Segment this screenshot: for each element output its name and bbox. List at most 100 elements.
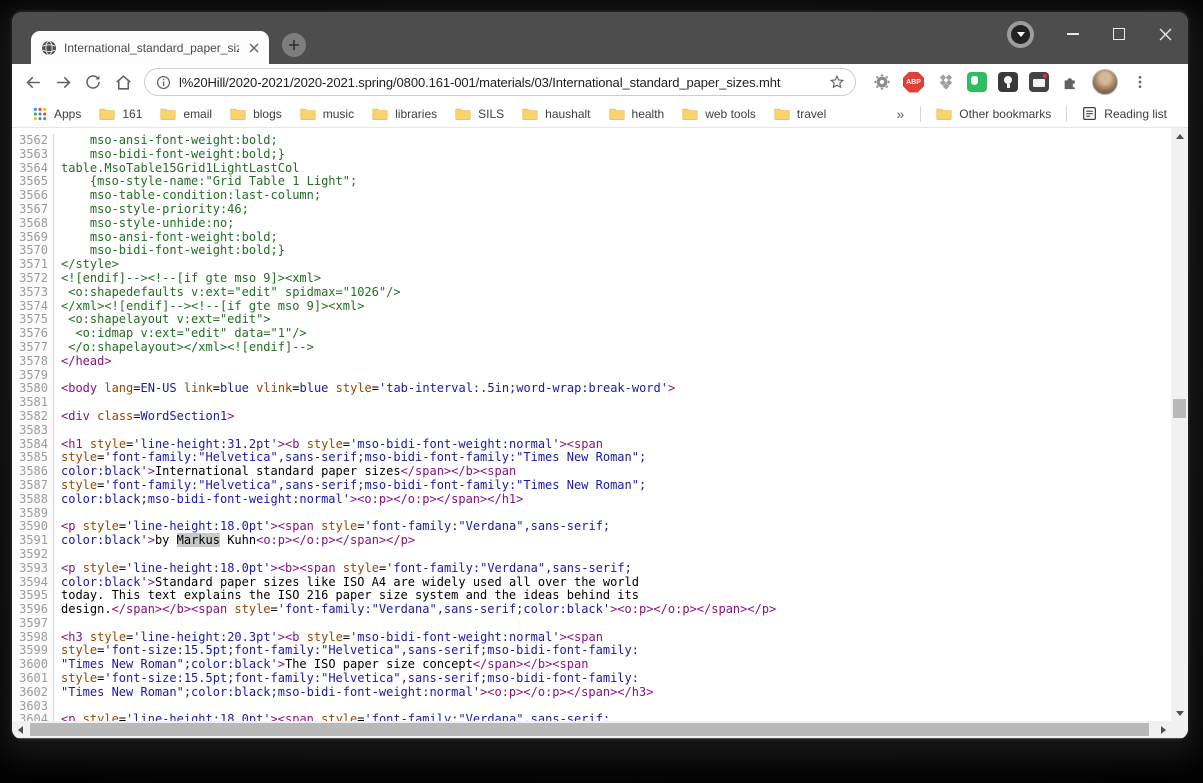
folder-icon: [774, 107, 790, 120]
scrollbar-corner: [1171, 721, 1188, 738]
source-line: 3574</xml><![endif]--><!--[if gte mso 9]…: [12, 300, 1171, 314]
code-text: </o:shapelayout></xml><![endif]-->: [54, 341, 314, 355]
scroll-left-arrow[interactable]: [12, 721, 28, 738]
source-line: 3584<h1 style='line-height:31.2pt'><b st…: [12, 438, 1171, 452]
reading-list-icon: [1082, 106, 1097, 121]
line-number: 3562: [12, 134, 54, 148]
url-text[interactable]: l%20Hill/2020-2021/2020-2021.spring/0800…: [179, 75, 821, 90]
bookmark-star-icon[interactable]: [829, 74, 845, 90]
horizontal-scrollbar[interactable]: [12, 721, 1171, 738]
source-code-pane: 3562 mso-ansi-font-weight:bold;3563 mso-…: [12, 128, 1171, 721]
other-bookmarks[interactable]: Other bookmarks: [927, 103, 1060, 125]
bookmark-folder[interactable]: libraries: [363, 103, 446, 125]
bookmark-folder[interactable]: 161: [90, 103, 151, 125]
code-text: color:black'>Standard paper sizes like I…: [54, 576, 639, 590]
bookmark-folder[interactable]: music: [291, 103, 363, 125]
source-line: 3597: [12, 617, 1171, 631]
profile-avatar[interactable]: [1092, 69, 1118, 95]
horizontal-scroll-thumb[interactable]: [30, 723, 1149, 736]
source-line: 3587style='font-family:"Helvetica",sans-…: [12, 479, 1171, 493]
vertical-scrollbar[interactable]: [1171, 128, 1188, 721]
bookmark-label: travel: [797, 107, 826, 121]
bookmark-label: libraries: [395, 107, 437, 121]
tab-close-icon[interactable]: [246, 40, 262, 56]
source-line: 3572<![endif]--><!--[if gte mso 9]><xml>: [12, 272, 1171, 286]
source-line: 3583: [12, 424, 1171, 438]
maximize-button[interactable]: [1096, 12, 1142, 56]
home-button[interactable]: [108, 67, 138, 97]
browser-toolbar: l%20Hill/2020-2021/2020-2021.spring/0800…: [12, 64, 1188, 100]
code-text: <p style='line-height:18.0pt'><span styl…: [54, 520, 610, 534]
line-number: 3595: [12, 589, 54, 603]
bookmark-folder[interactable]: email: [151, 103, 221, 125]
code-text: [54, 700, 61, 714]
line-number: 3585: [12, 451, 54, 465]
source-line: 3595today. This text explains the ISO 21…: [12, 589, 1171, 603]
code-text: [54, 548, 61, 562]
browser-tab[interactable]: International_standard_paper_sizes.mht: [31, 31, 269, 64]
page-info-icon[interactable]: [156, 75, 171, 90]
vertical-scroll-thumb[interactable]: [1173, 399, 1186, 418]
bookmark-apps[interactable]: Apps: [24, 103, 90, 125]
bookmark-label: email: [183, 107, 212, 121]
source-line: 3566 mso-table-condition:last-column;: [12, 189, 1171, 203]
code-text: table.MsoTable15Grid1LightLastCol: [54, 162, 299, 176]
extensions-row: ABP: [871, 69, 1150, 95]
desktop-background: International_standard_paper_sizes.mht: [0, 0, 1203, 783]
code-text: style='font-family:"Helvetica",sans-seri…: [54, 479, 646, 493]
forward-button[interactable]: [48, 67, 78, 97]
source-line: 3569 mso-ansi-font-weight:bold;: [12, 231, 1171, 245]
close-icon: [1159, 28, 1172, 41]
code-text: color:black'>by Markus Kuhn<o:p></o:p></…: [54, 534, 415, 548]
source-line: 3573 <o:shapedefaults v:ext="edit" spidm…: [12, 286, 1171, 300]
bookmarks-overflow-chevron[interactable]: »: [886, 106, 914, 122]
code-text: [54, 617, 61, 631]
code-text: <div class=WordSection1>: [54, 410, 234, 424]
line-number: 3602: [12, 686, 54, 700]
puzzle-extensions-icon[interactable]: [1060, 72, 1081, 93]
line-number: 3603: [12, 700, 54, 714]
address-bar[interactable]: l%20Hill/2020-2021/2020-2021.spring/0800…: [144, 68, 856, 96]
bookmark-folder[interactable]: health: [600, 103, 674, 125]
source-line: 3585style='font-family:"Helvetica",sans-…: [12, 451, 1171, 465]
diamonds-extension-icon[interactable]: [935, 72, 956, 93]
line-number: 3587: [12, 479, 54, 493]
line-number: 3591: [12, 534, 54, 548]
reading-list-label: Reading list: [1104, 107, 1167, 121]
bookmark-folder[interactable]: blogs: [221, 103, 291, 125]
code-text: [54, 396, 61, 410]
bookmark-label: blogs: [253, 107, 282, 121]
adblock-extension-icon[interactable]: ABP: [903, 72, 924, 93]
minimize-icon: [1067, 33, 1079, 35]
bookmark-folder[interactable]: web tools: [673, 103, 765, 125]
code-text: <body lang=EN-US link=blue vlink=blue st…: [54, 382, 675, 396]
minimize-button[interactable]: [1050, 12, 1096, 56]
reading-list-button[interactable]: Reading list: [1073, 103, 1176, 125]
bookmark-folder[interactable]: travel: [765, 103, 835, 125]
bookmark-folder[interactable]: haushalt: [513, 103, 599, 125]
folder-icon: [230, 107, 246, 120]
menu-dots-icon[interactable]: [1129, 72, 1150, 93]
lightbulb-extension-icon[interactable]: [998, 72, 1018, 92]
source-line: 3577 </o:shapelayout></xml><![endif]-->: [12, 341, 1171, 355]
source-line: 3588color:black;mso-bidi-font-weight:nor…: [12, 493, 1171, 507]
scroll-up-arrow[interactable]: [1171, 128, 1188, 144]
new-tab-button[interactable]: [282, 33, 306, 57]
tab-search-button[interactable]: [1007, 21, 1034, 48]
bookmark-label: 161: [122, 107, 142, 121]
source-line: 3594color:black'>Standard paper sizes li…: [12, 576, 1171, 590]
reload-button[interactable]: [78, 67, 108, 97]
briefcase-extension-icon[interactable]: [1029, 72, 1049, 92]
close-button[interactable]: [1142, 12, 1188, 56]
code-text: today. This text explains the ISO 216 pa…: [54, 589, 639, 603]
scroll-right-arrow[interactable]: [1155, 721, 1171, 738]
gear-extension-icon[interactable]: [871, 72, 892, 93]
source-line: 3567 mso-style-priority:46;: [12, 203, 1171, 217]
evernote-extension-icon[interactable]: [967, 72, 987, 92]
back-button[interactable]: [18, 67, 48, 97]
scroll-down-arrow[interactable]: [1171, 705, 1188, 721]
bookmark-folder[interactable]: SILS: [446, 103, 513, 125]
code-text: "Times New Roman";color:black'>The ISO p…: [54, 658, 588, 672]
source-line: 3603: [12, 700, 1171, 714]
line-number: 3563: [12, 148, 54, 162]
